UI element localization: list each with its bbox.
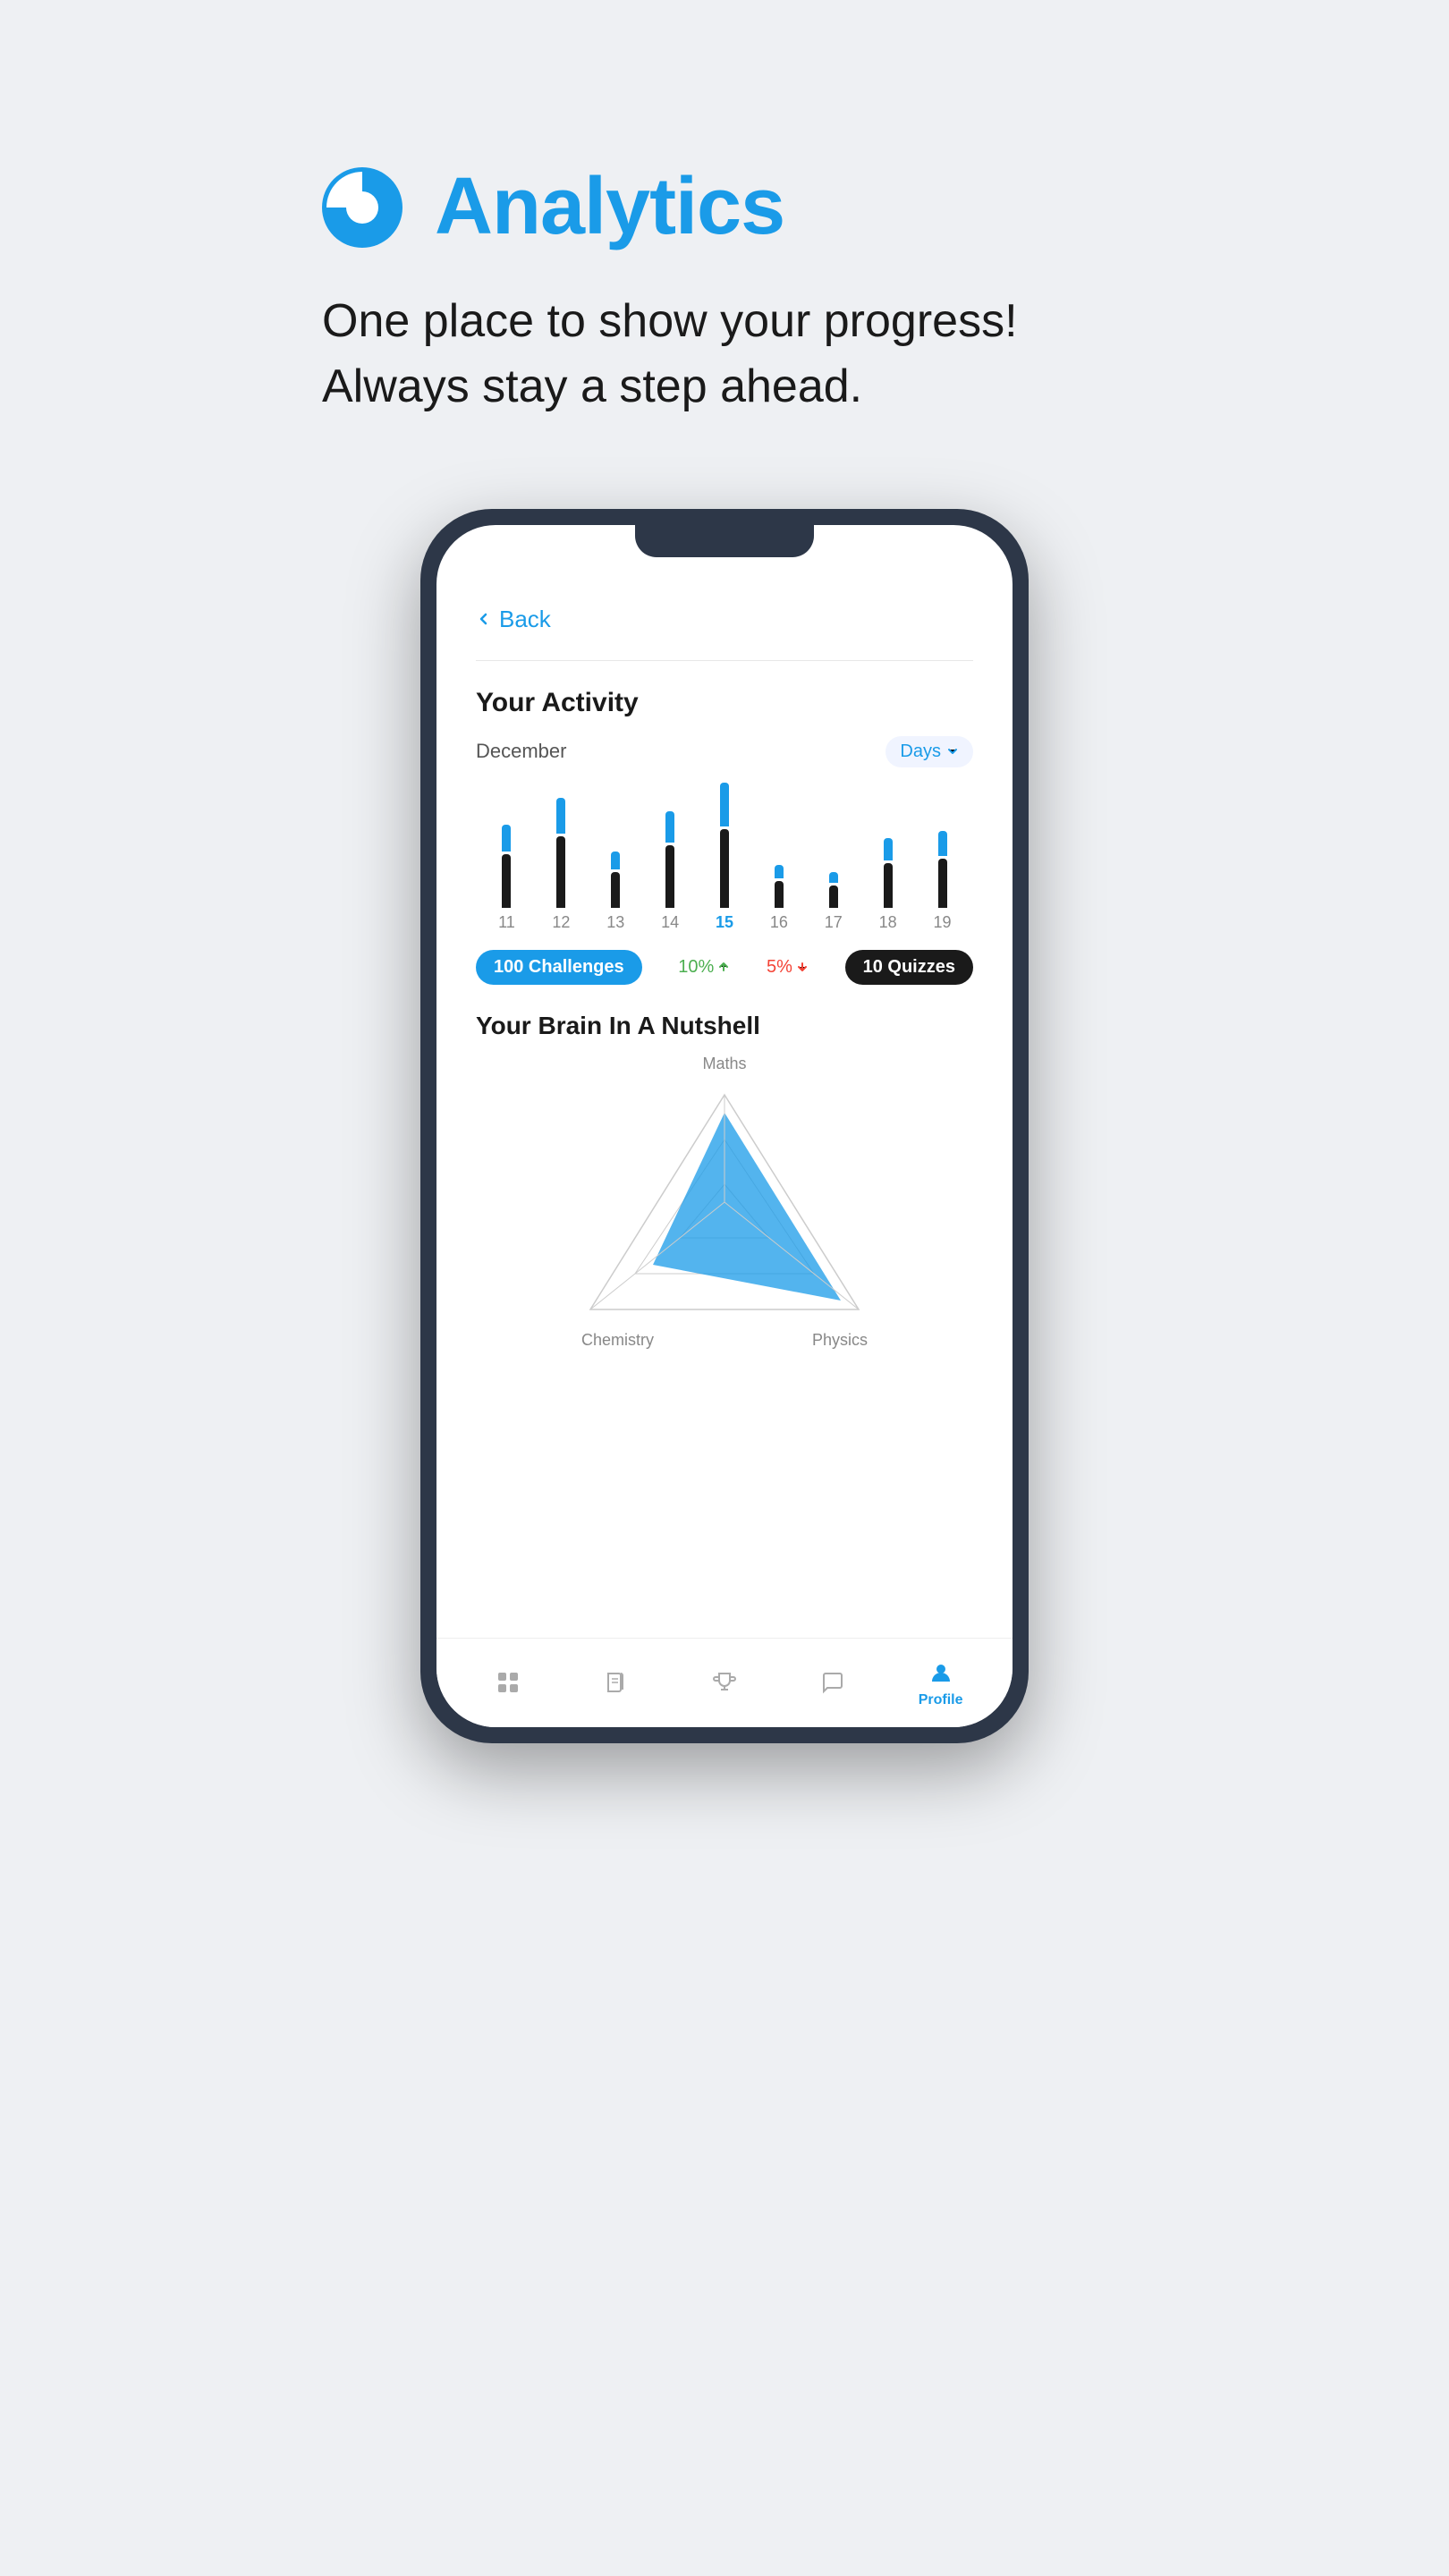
stats-row: 100 Challenges 10% 5% 10 Quizzes (476, 950, 973, 985)
profile-nav-label: Profile (919, 1692, 963, 1708)
arrow-up-icon (717, 961, 730, 973)
page-title: Analytics (435, 161, 784, 253)
activity-month-row: December Days (476, 736, 973, 767)
nav-item-book[interactable] (563, 1666, 671, 1699)
radar-svg (581, 1077, 868, 1327)
back-chevron-icon (476, 611, 492, 627)
bar-group: 18 (860, 783, 915, 932)
brain-section-title: Your Brain In A Nutshell (476, 1012, 973, 1040)
analytics-icon (322, 167, 402, 248)
bar-group: 17 (806, 783, 860, 932)
nav-item-profile[interactable]: Profile (886, 1657, 995, 1708)
bar-group: 19 (915, 783, 970, 932)
book-icon (600, 1666, 632, 1699)
bar-group: 14 (643, 783, 698, 932)
bar-group: 12 (534, 783, 589, 932)
bottom-nav: Profile (436, 1638, 1013, 1727)
arrow-down-icon (796, 961, 809, 973)
chat-icon (817, 1666, 849, 1699)
title-row: Analytics (322, 161, 1127, 253)
month-label: December (476, 740, 566, 763)
nav-item-chat[interactable] (778, 1666, 886, 1699)
phone-mockup: Back Your Activity December Days (420, 509, 1029, 1743)
divider (476, 660, 973, 661)
radar-label-maths: Maths (702, 1055, 746, 1073)
back-label: Back (499, 606, 551, 633)
radar-label-physics: Physics (812, 1331, 868, 1350)
radar-label-chemistry: Chemistry (581, 1331, 654, 1350)
challenges-stat: 100 Challenges (476, 950, 642, 985)
phone-screen: Back Your Activity December Days (436, 525, 1013, 1727)
trophy-icon (708, 1666, 741, 1699)
header-section: Analytics One place to show your progres… (322, 161, 1127, 419)
home-icon (492, 1666, 524, 1699)
phone-notch (635, 525, 814, 557)
back-button[interactable]: Back (476, 606, 973, 633)
quizzes-stat: 10 Quizzes (845, 950, 973, 985)
screen-content: Back Your Activity December Days (436, 552, 1013, 1638)
change-down-stat: 5% (767, 957, 809, 978)
activity-bar-chart: 11 12 (476, 789, 973, 932)
bar-group: 11 (479, 783, 534, 932)
bar-group: 13 (589, 783, 643, 932)
radar-chart: Maths Chemis (476, 1055, 973, 1350)
nav-item-trophy[interactable] (671, 1666, 779, 1699)
days-filter[interactable]: Days (886, 736, 973, 767)
bar-group: 16 (751, 783, 806, 932)
page-subtitle: One place to show your progress! Always … (322, 289, 1127, 419)
bar-group-highlight: 15 (698, 783, 752, 932)
radar-bottom-labels: Chemistry Physics (581, 1331, 868, 1350)
chevron-down-icon (946, 745, 959, 758)
activity-section-title: Your Activity (476, 688, 973, 718)
phone-outer: Back Your Activity December Days (420, 509, 1029, 1743)
profile-icon (925, 1657, 957, 1689)
nav-item-home[interactable] (454, 1666, 563, 1699)
change-up-stat: 10% (678, 957, 730, 978)
